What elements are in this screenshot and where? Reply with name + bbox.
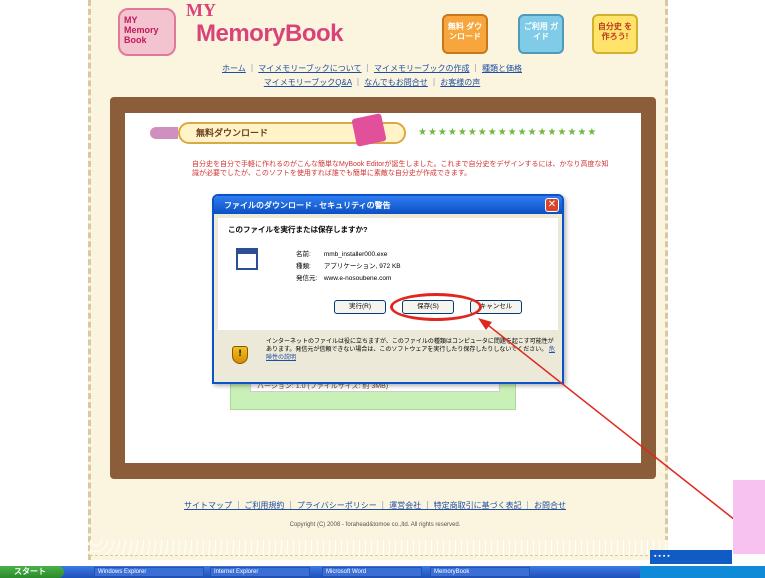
footer-links[interactable]: サイトマップ ｜ ご利用規約 ｜ プライバシーポリシー ｜ 運営会社 ｜ 特定商… [150, 500, 600, 511]
site-logo[interactable]: MemoryBook [196, 20, 344, 48]
file-from-row: 発信元: www.e-nosoubene.com [296, 272, 391, 282]
file-name-label: 名前: [296, 251, 311, 258]
file-name-row: 名前: mmb_installer000.exe [296, 248, 387, 258]
nav-link-contact[interactable]: なんでもお問合せ [364, 78, 428, 87]
nav-link-faq[interactable]: マイメモリーブックQ&A [264, 78, 352, 87]
stars-divider: ★★★★★★★★★★★★★★★★★★ [418, 127, 598, 138]
dialog-body: このファイルを実行または保存しますか? 名前: mmb_installer000… [218, 218, 558, 330]
file-type-label: 種類: [296, 263, 311, 270]
file-from-label: 発信元: [296, 275, 318, 282]
file-type-value: アプリケーション, 972 KB [323, 263, 401, 270]
task-item[interactable]: Internet Explorer [210, 567, 310, 577]
free-download-button[interactable]: 無料 ダウンロード [442, 14, 488, 54]
nav-row-1: ホーム ｜ マイメモリーブックについて ｜ マイメモリーブックの作成 ｜ 種類と… [222, 64, 522, 73]
dialog-titlebar[interactable]: ファイルのダウンロード - セキュリティの警告 ✕ [214, 196, 562, 214]
save-highlight-ellipse [390, 293, 482, 321]
warning-body: インターネットのファイルは役に立ちますが、このファイルの種類はコンピュータに問題… [266, 339, 554, 353]
nav-row-2: マイメモリーブックQ&A ｜ なんでもお問合せ ｜ お客様の声 [263, 78, 481, 87]
pink-annotation-box [733, 480, 765, 554]
scalloped-edge [90, 540, 668, 556]
security-warning: ! インターネットのファイルは役に立ちますが、このファイルの種類はコンピュータに… [218, 334, 558, 380]
tray-icons[interactable]: ▪ ▪ ▪ ▪ [650, 550, 732, 564]
system-tray[interactable] [640, 566, 765, 578]
copyright: Copyright (C) 2008 - forahead&tomoe co.,… [289, 522, 461, 528]
file-type-row: 種類: アプリケーション, 972 KB [296, 260, 401, 270]
start-button[interactable]: スタート [0, 566, 64, 578]
close-icon[interactable]: ✕ [545, 198, 559, 212]
make-history-button[interactable]: 自分史 を作ろう! [592, 14, 638, 54]
user-guide-button[interactable]: ご利用 ガイド [518, 14, 564, 54]
nav-link-about[interactable]: マイメモリーブックについて [258, 64, 361, 73]
global-nav: ホーム ｜ マイメモリーブックについて ｜ マイメモリーブックの作成 ｜ 種類と… [192, 62, 552, 90]
ribbon-tail-icon [150, 127, 178, 139]
nav-link-create[interactable]: マイメモリーブックの作成 [374, 64, 470, 73]
file-from-value: www.e-nosoubene.com [323, 275, 392, 282]
file-download-dialog: ファイルのダウンロード - セキュリティの警告 ✕ このファイルを実行または保存… [212, 194, 564, 384]
task-item[interactable]: Windows Explorer [94, 567, 204, 577]
nav-link-voices[interactable]: お客様の声 [440, 78, 480, 87]
logo-my: MY [186, 0, 216, 20]
file-name-value: mmb_installer000.exe [323, 251, 388, 258]
nav-link-home[interactable]: ホーム [222, 64, 246, 73]
task-item[interactable]: Microsoft Word [322, 567, 422, 577]
taskbar: スタート Windows Explorer Internet Explorer … [0, 566, 765, 578]
logo-badge[interactable]: MY Memory Book [118, 8, 176, 56]
shield-mark: ! [238, 349, 243, 359]
dialog-title: ファイルのダウンロード - セキュリティの警告 [224, 201, 391, 210]
section-title: 無料ダウンロード [196, 128, 269, 138]
warning-text: インターネットのファイルは役に立ちますが、このファイルの種類はコンピュータに問題… [266, 338, 556, 362]
dialog-question: このファイルを実行または保存しますか? [228, 225, 368, 234]
application-icon [236, 248, 258, 270]
nav-link-pricing[interactable]: 種類と価格 [482, 64, 522, 73]
run-button[interactable]: 実行(R) [334, 300, 386, 314]
task-item[interactable]: MemoryBook [430, 567, 530, 577]
shield-warning-icon: ! [232, 346, 248, 364]
intro-text: 自分史を自分で手軽に作れるのがこんな簡単なMyBook Editorが誕生しまし… [192, 161, 609, 177]
